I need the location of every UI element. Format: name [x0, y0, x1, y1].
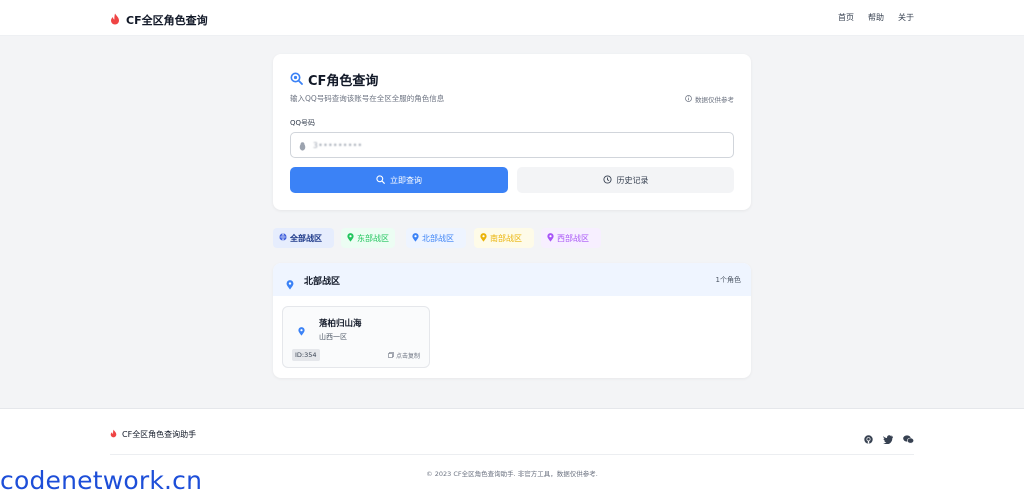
map-pin-icon	[347, 232, 354, 244]
results-panel: 北部战区 1个角色 落柏归山海 山西一区 ID:354 点击复制	[273, 263, 751, 378]
tab-label: 全部战区	[290, 233, 322, 243]
tab-label: 南部战区	[490, 233, 522, 243]
map-pin-icon	[547, 232, 554, 244]
results-count: 1个角色	[715, 276, 741, 284]
search-card-title: CF角色查询	[290, 70, 378, 89]
history-icon	[602, 174, 612, 186]
footer-brand-text: CF全区角色查询助手	[122, 430, 197, 439]
character-server: 山西一区	[319, 333, 347, 341]
results-header: 北部战区 1个角色	[273, 263, 751, 296]
footer-divider	[110, 454, 914, 455]
data-notice-text: 数据仅供参考	[695, 96, 734, 104]
tab-label: 西部战区	[557, 233, 589, 243]
footer-brand: CF全区角色查询助手	[110, 429, 196, 440]
character-id-badge: ID:354	[292, 349, 320, 361]
tab-label: 东部战区	[357, 233, 389, 243]
copy-icon	[388, 351, 394, 360]
results-zone-name: 北部战区	[304, 277, 341, 287]
top-navbar: CF全区角色查询 首页 帮助 关于	[0, 0, 1024, 36]
site-watermark: codenetwork.cn	[0, 466, 203, 495]
flame-icon	[110, 10, 120, 29]
tab-east-zone[interactable]: 东部战区	[341, 228, 395, 248]
map-pin-icon	[412, 232, 419, 244]
character-card[interactable]: 落柏归山海 山西一区 ID:354 点击复制	[282, 306, 430, 368]
page-subtitle: 输入QQ号码查询该账号在全区全服的角色信息	[290, 94, 445, 103]
nav-links: 首页 帮助 关于	[838, 12, 914, 23]
tab-label: 北部战区	[422, 233, 454, 243]
search-card: CF角色查询 输入QQ号码查询该账号在全区全服的角色信息 数据仅供参考 QQ号码…	[273, 54, 751, 210]
data-notice: 数据仅供参考	[685, 94, 734, 104]
character-name: 落柏归山海	[319, 319, 362, 329]
history-button[interactable]: 历史记录	[517, 167, 734, 193]
qq-input-value: 3•••••••••	[313, 140, 363, 150]
copy-button[interactable]: 点击复制	[388, 351, 420, 360]
history-button-label: 历史记录	[616, 175, 649, 185]
github-icon[interactable]	[864, 429, 873, 448]
qq-label: QQ号码	[290, 119, 316, 127]
tab-south-zone[interactable]: 南部战区	[474, 228, 534, 248]
brand-logo[interactable]: CF全区角色查询	[110, 10, 208, 29]
map-pin-icon	[480, 232, 487, 244]
tab-north-zone[interactable]: 北部战区	[406, 228, 466, 248]
nav-link-home[interactable]: 首页	[838, 12, 854, 23]
wechat-icon[interactable]	[903, 429, 915, 448]
map-pin-icon	[286, 275, 294, 294]
query-button-label: 立即查询	[390, 175, 422, 185]
brand-title: CF全区角色查询	[126, 13, 208, 27]
flame-icon	[110, 429, 117, 440]
copy-button-label: 点击复制	[395, 353, 420, 360]
qq-penguin-icon	[299, 136, 306, 155]
globe-icon	[279, 233, 287, 243]
nav-link-about[interactable]: 关于	[898, 12, 914, 23]
query-button[interactable]: 立即查询	[290, 167, 508, 193]
qq-input[interactable]: 3•••••••••	[290, 132, 734, 158]
search-zoom-icon	[290, 70, 303, 89]
tab-west-zone[interactable]: 西部战区	[541, 228, 601, 248]
map-pin-icon	[298, 321, 305, 340]
twitter-icon[interactable]	[882, 429, 893, 448]
social-links	[864, 429, 915, 448]
search-icon	[376, 174, 385, 186]
nav-link-help[interactable]: 帮助	[868, 12, 884, 23]
page-title: CF角色查询	[308, 74, 379, 89]
tab-all-zones[interactable]: 全部战区	[273, 228, 334, 248]
info-icon	[685, 94, 692, 104]
